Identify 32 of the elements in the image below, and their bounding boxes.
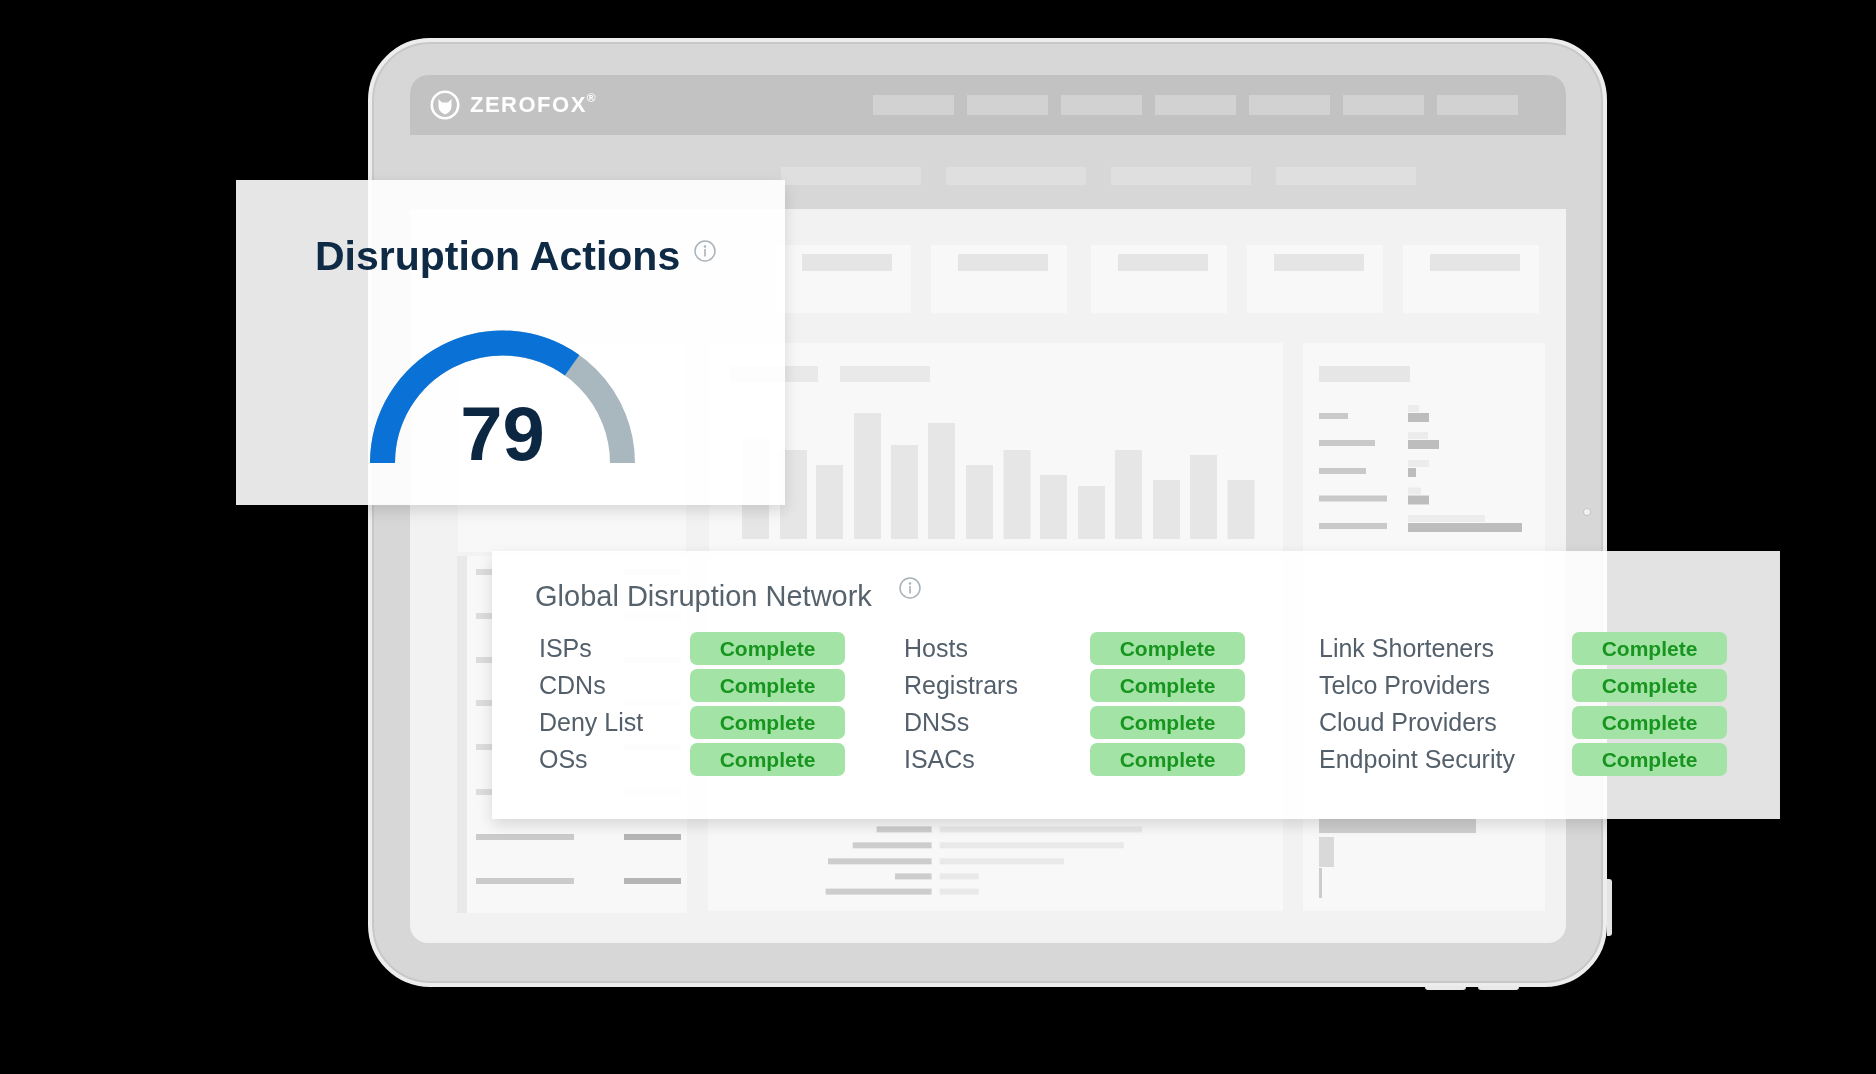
status-badge: Complete [1572,632,1727,665]
status-badge: Complete [1090,706,1245,739]
network-label: Registrars [904,670,1018,701]
info-icon[interactable] [898,577,921,599]
status-badge: Complete [690,632,845,665]
logo-text: ZEROFOX$^{®}$ [470,92,596,118]
logo-icon [430,90,460,120]
card-title: Global Disruption Network [535,579,872,614]
network-label: OSs [539,744,588,775]
status-badge: Complete [1090,743,1245,776]
status-badge: Complete [1572,669,1727,702]
status-badge: Complete [1572,706,1727,739]
card-title: Disruption Actions [315,232,681,281]
network-label: DNSs [904,707,970,738]
network-label: ISACs [904,744,975,775]
status-badge: Complete [1090,669,1245,702]
status-badge: Complete [690,706,845,739]
gauge-value: 79 [460,396,545,472]
network-label: Hosts [904,633,968,664]
network-label: Telco Providers [1319,670,1490,701]
network-label: ISPs [539,633,592,664]
status-badge: Complete [1572,743,1727,776]
status-badge: Complete [690,669,845,702]
status-badge: Complete [690,743,845,776]
info-icon[interactable] [694,240,717,262]
network-label: Cloud Providers [1319,707,1497,738]
network-label: Endpoint Security [1319,744,1515,775]
status-badge: Complete [1090,632,1245,665]
camera-lens-icon [1583,508,1591,516]
network-label: Deny List [539,707,644,738]
network-label: CDNs [539,670,606,701]
network-label: Link Shorteners [1319,633,1495,664]
